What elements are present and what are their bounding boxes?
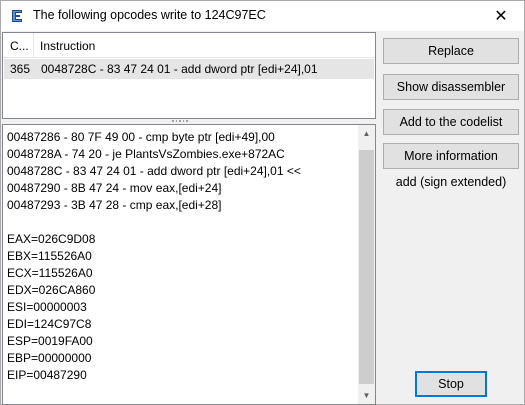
scroll-down-icon[interactable]: ▼ — [358, 387, 375, 404]
list-row[interactable]: 365 0048728C - 83 47 24 01 - add dword p… — [4, 59, 374, 79]
close-icon: ✕ — [494, 8, 508, 25]
scroll-thumb[interactable] — [359, 150, 374, 384]
title-bar[interactable]: The following opcodes write to 124C97EC … — [1, 1, 524, 31]
memo-line: 0048728A - 74 20 - je PlantsVsZombies.ex… — [7, 147, 285, 161]
memo-line: 00487286 - 80 7F 49 00 - cmp byte ptr [e… — [7, 130, 275, 144]
instruction-description: add (sign extended) — [395, 175, 507, 189]
window-title: The following opcodes write to 124C97EC — [33, 8, 266, 22]
opcode-list[interactable]: C... Instruction 365 0048728C - 83 47 24… — [2, 32, 376, 119]
memo-line: 00487293 - 3B 47 28 - cmp eax,[edi+28] — [7, 198, 222, 212]
replace-button[interactable]: Replace — [383, 38, 519, 64]
memo-line: 00487290 - 8B 47 24 - mov eax,[edi+24] — [7, 181, 222, 195]
memo-line: ESI=00000003 — [7, 300, 87, 314]
stop-button[interactable]: Stop — [415, 371, 487, 397]
memo-text: 00487286 - 80 7F 49 00 - cmp byte ptr [e… — [7, 129, 357, 384]
memo-line: ESP=0019FA00 — [7, 334, 93, 348]
memo-line: EBP=00000000 — [7, 351, 92, 365]
row-count: 365 — [10, 62, 31, 76]
more-information-button[interactable]: More information — [383, 143, 519, 169]
memo-line: ECX=115526A0 — [7, 266, 93, 280]
splitter-grip — [172, 120, 188, 123]
show-disassembler-button[interactable]: Show disassembler — [383, 74, 519, 100]
memo-line: EAX=026C9D08 — [7, 232, 96, 246]
column-header-count[interactable]: C... — [3, 33, 34, 57]
memo-line: EIP=00487290 — [7, 368, 87, 382]
details-memo[interactable]: 00487286 - 80 7F 49 00 - cmp byte ptr [e… — [2, 124, 376, 405]
memo-line: EBX=115526A0 — [7, 249, 92, 263]
cheat-engine-icon — [12, 10, 22, 22]
memo-line: EDX=026CA860 — [7, 283, 96, 297]
close-button[interactable]: ✕ — [478, 1, 524, 31]
vertical-scrollbar[interactable]: ▲ ▼ — [358, 125, 375, 404]
memo-line — [7, 214, 357, 231]
memo-line: EDI=124C97C8 — [7, 317, 92, 331]
column-header-instruction[interactable]: Instruction — [34, 33, 95, 57]
opcode-window: The following opcodes write to 124C97EC … — [0, 0, 525, 405]
add-to-codelist-button[interactable]: Add to the codelist — [383, 109, 519, 135]
list-header: C... Instruction — [3, 33, 375, 58]
row-instruction: 0048728C - 83 47 24 01 - add dword ptr [… — [41, 62, 318, 76]
scroll-up-icon[interactable]: ▲ — [358, 125, 375, 142]
memo-line: 0048728C - 83 47 24 01 - add dword ptr [… — [7, 164, 301, 178]
